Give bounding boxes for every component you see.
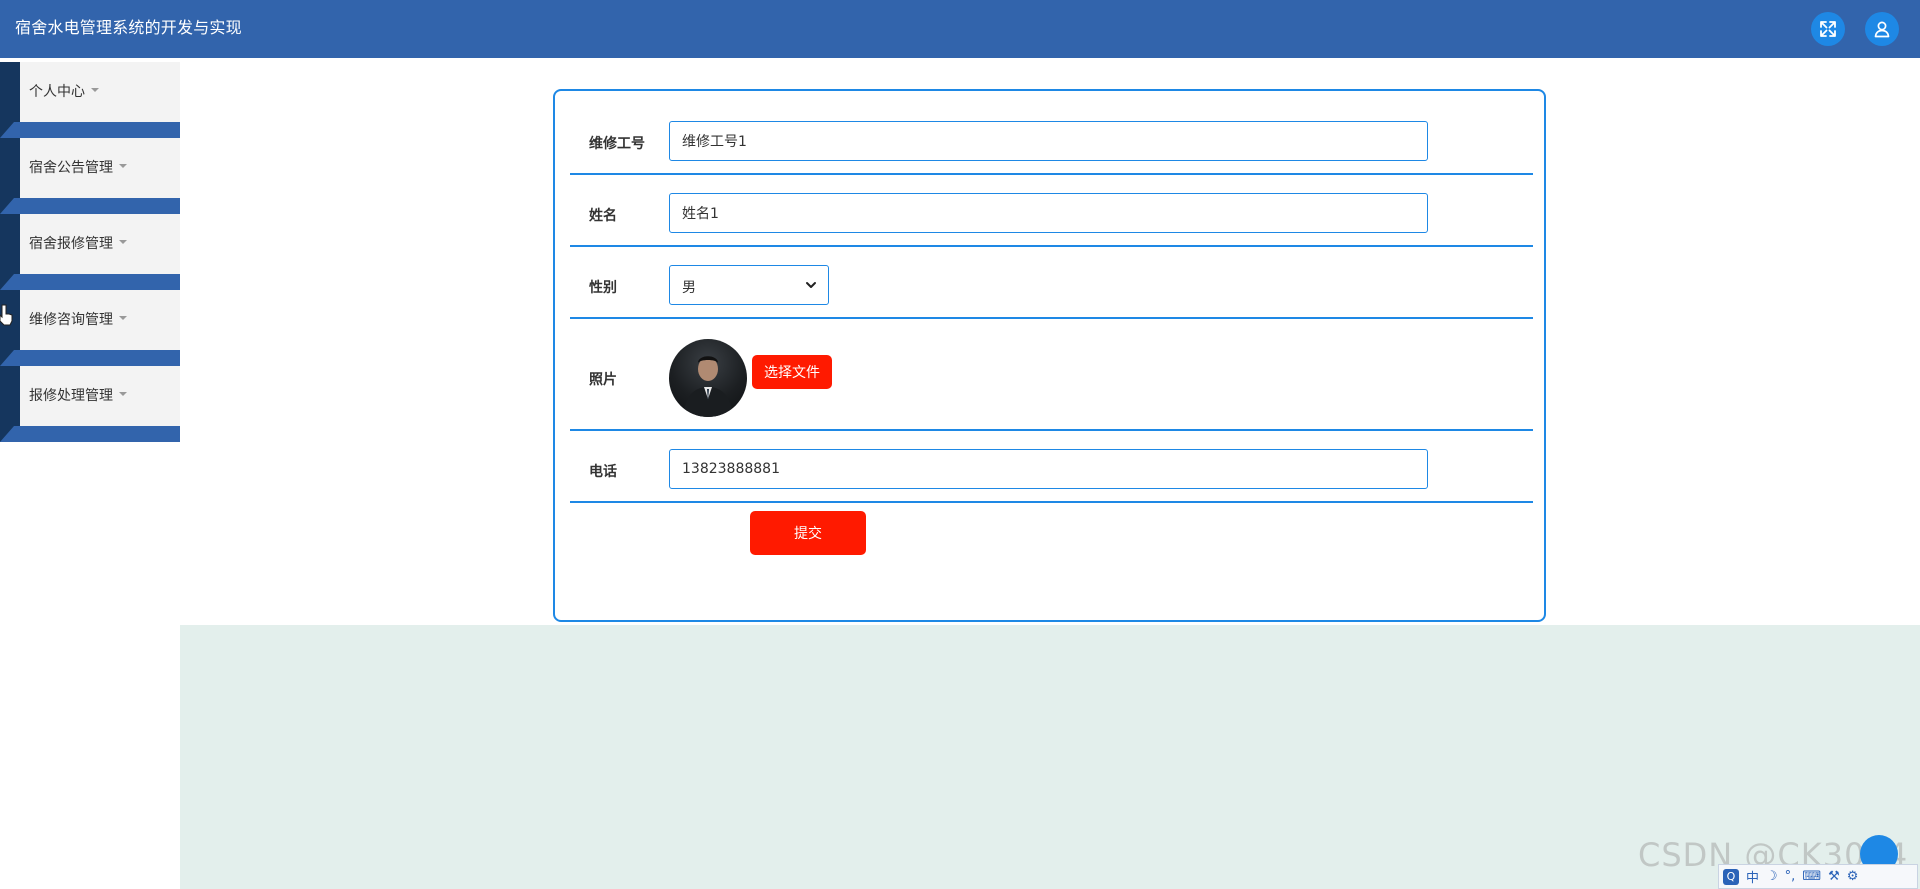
sidebar-item-label: 宿舍报修管理 [29, 235, 127, 253]
fullscreen-button[interactable] [1811, 12, 1845, 46]
ime-mode-label[interactable]: 中 [1746, 867, 1759, 886]
keyboard-icon[interactable]: ⌨ [1802, 869, 1821, 884]
form-row-photo: 照片 选择文件 [570, 319, 1533, 431]
caret-down-icon [119, 240, 127, 244]
sidebar-band [0, 198, 180, 214]
user-button[interactable] [1865, 12, 1899, 46]
top-header: 宿舍水电管理系统的开发与实现 [0, 0, 1920, 58]
sidebar-item-dorm-notice[interactable]: 宿舍公告管理 [0, 138, 180, 214]
caret-down-icon [91, 88, 99, 92]
form-row-name: 姓名 [570, 175, 1533, 247]
sidebar-item-label: 报修处理管理 [29, 387, 127, 405]
sidebar-band [0, 122, 180, 138]
phone-input[interactable] [669, 449, 1428, 489]
app-title: 宿舍水电管理系统的开发与实现 [15, 18, 242, 37]
person-photo-icon [683, 356, 733, 417]
repair-worker-form: 维修工号 姓名 性别 男 照片 选择文件 电话 [553, 89, 1546, 622]
sidebar-item-label: 宿舍公告管理 [29, 159, 127, 177]
expand-arrows-icon [1820, 21, 1836, 37]
gender-select-value: 男 [682, 280, 696, 296]
ime-logo-icon: Q [1723, 868, 1739, 885]
avatar-photo [669, 339, 747, 417]
sidebar-item-repair-process[interactable]: 报修处理管理 [0, 366, 180, 442]
user-icon [1874, 21, 1890, 38]
choose-file-button[interactable]: 选择文件 [752, 355, 832, 389]
submit-button[interactable]: 提交 [750, 511, 866, 555]
caret-down-icon [119, 164, 127, 168]
sidebar-item-repair-consult[interactable]: 维修咨询管理 [0, 290, 180, 366]
name-input[interactable] [669, 193, 1428, 233]
sidebar-item-label: 维修咨询管理 [29, 311, 127, 329]
form-row-worker-id: 维修工号 [570, 91, 1533, 175]
gender-label: 性别 [589, 280, 617, 296]
settings-icon[interactable]: ⚙ [1847, 869, 1859, 884]
sidebar-item-dorm-repair[interactable]: 宿舍报修管理 [0, 214, 180, 290]
sidebar-band [0, 350, 180, 366]
form-row-gender: 性别 男 [570, 247, 1533, 319]
caret-down-icon [119, 392, 127, 396]
worker-id-label: 维修工号 [589, 136, 645, 152]
caret-down-icon [119, 316, 127, 320]
sidebar: 个人中心 宿舍公告管理 宿舍报修管理 维修咨询管理 报修处理管理 [0, 58, 180, 889]
photo-label: 照片 [589, 372, 617, 388]
sidebar-item-label: 个人中心 [29, 83, 99, 101]
tool-icon[interactable]: ⚒ [1828, 869, 1840, 884]
form-row-phone: 电话 [570, 431, 1533, 503]
sidebar-band [0, 426, 180, 442]
sidebar-band [0, 274, 180, 290]
hand-cursor-icon [0, 304, 13, 326]
punctuation-icon[interactable]: °, [1785, 869, 1796, 884]
worker-id-input[interactable] [669, 121, 1428, 161]
name-label: 姓名 [589, 208, 617, 224]
phone-label: 电话 [589, 464, 617, 480]
ime-toolbar[interactable]: Q 中 ☽ °, ⌨ ⚒ ⚙ [1718, 864, 1918, 889]
chevron-down-icon [806, 282, 816, 288]
sidebar-item-personal-center[interactable]: 个人中心 [0, 62, 180, 138]
gender-select[interactable]: 男 [669, 265, 829, 305]
moon-icon[interactable]: ☽ [1766, 869, 1778, 884]
